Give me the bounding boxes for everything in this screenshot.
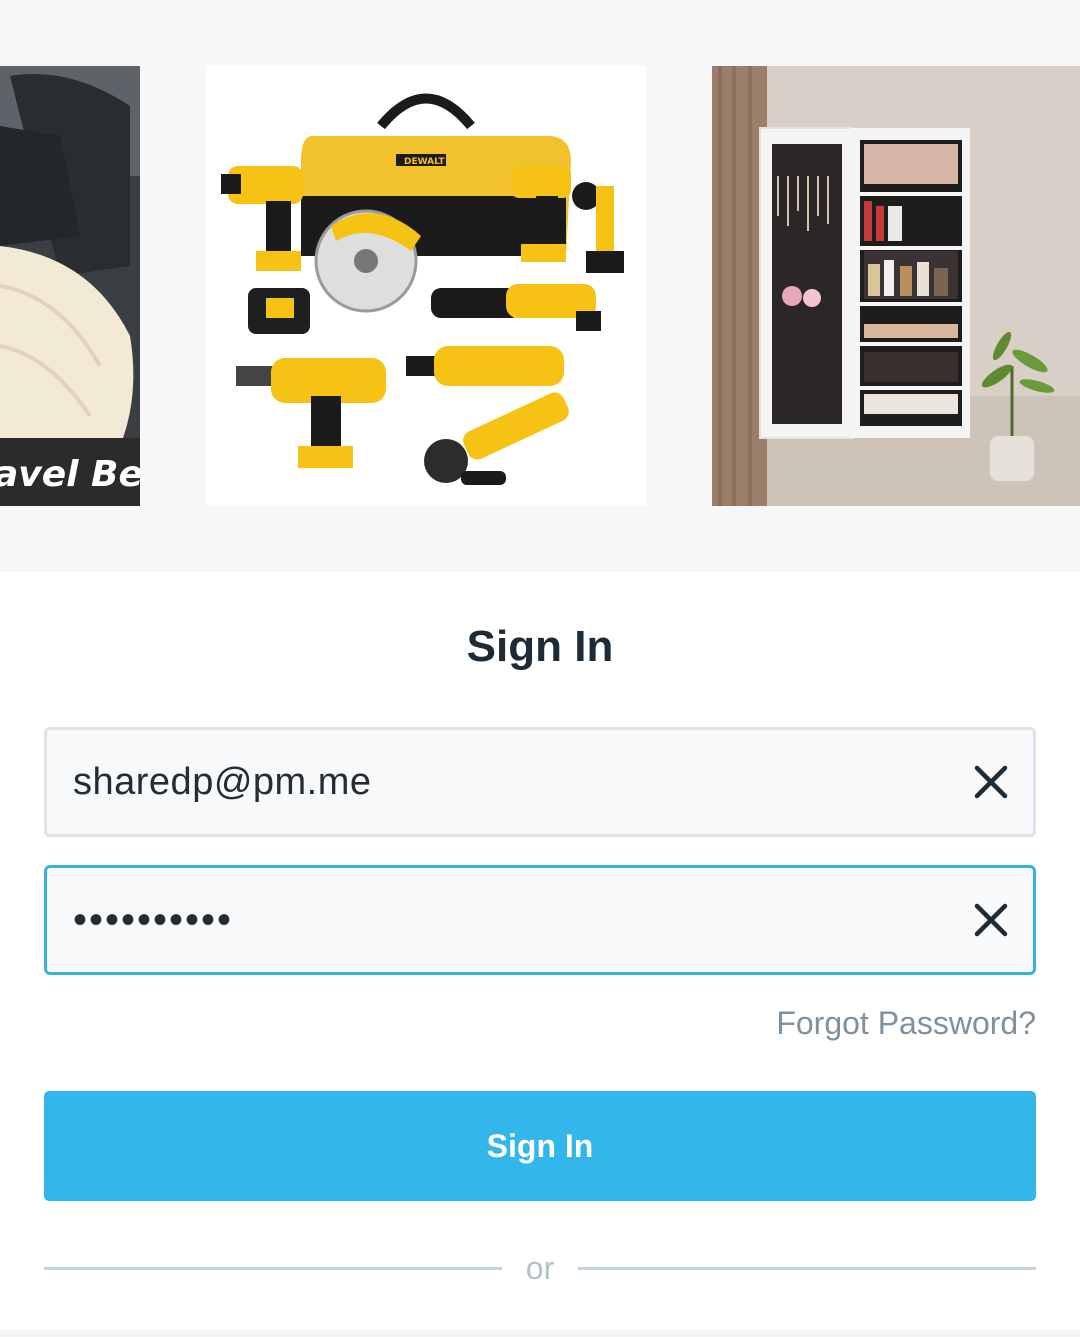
divider-line-left	[44, 1267, 502, 1270]
dewalt-tool-kit-image: DEWALT	[206, 66, 646, 506]
car-travel-bed-image: avel Bed	[0, 66, 140, 506]
jewelry-cabinet-image	[712, 66, 1080, 506]
page-title: Sign In	[466, 622, 614, 671]
divider-or-label: or	[525, 1250, 555, 1286]
carousel-item-dewalt-tool-kit[interactable]: DEWALT	[206, 66, 646, 506]
clear-email-button[interactable]	[971, 762, 1011, 802]
next-section-edge	[0, 1330, 1080, 1337]
password-field[interactable]: ••••••••••	[44, 865, 1036, 975]
carousel-item-car-travel-bed[interactable]: avel Bed	[0, 66, 140, 506]
close-icon	[974, 903, 1008, 937]
email-input-value[interactable]: sharedp@pm.me	[73, 730, 372, 834]
close-icon	[974, 765, 1008, 799]
email-field[interactable]: sharedp@pm.me	[44, 727, 1036, 837]
car-travel-bed-caption: avel Bed	[0, 454, 140, 495]
dewalt-brand-label: DEWALT	[404, 157, 445, 167]
divider-line-right	[578, 1267, 1036, 1270]
sign-in-button[interactable]: Sign In	[44, 1091, 1036, 1201]
forgot-password-link[interactable]: Forgot Password?	[776, 1005, 1036, 1042]
clear-password-button[interactable]	[971, 900, 1011, 940]
product-carousel: avel Bed DEWALT	[0, 0, 1080, 572]
password-input-value[interactable]: ••••••••••	[73, 868, 233, 972]
carousel-item-jewelry-cabinet[interactable]	[712, 66, 1080, 506]
